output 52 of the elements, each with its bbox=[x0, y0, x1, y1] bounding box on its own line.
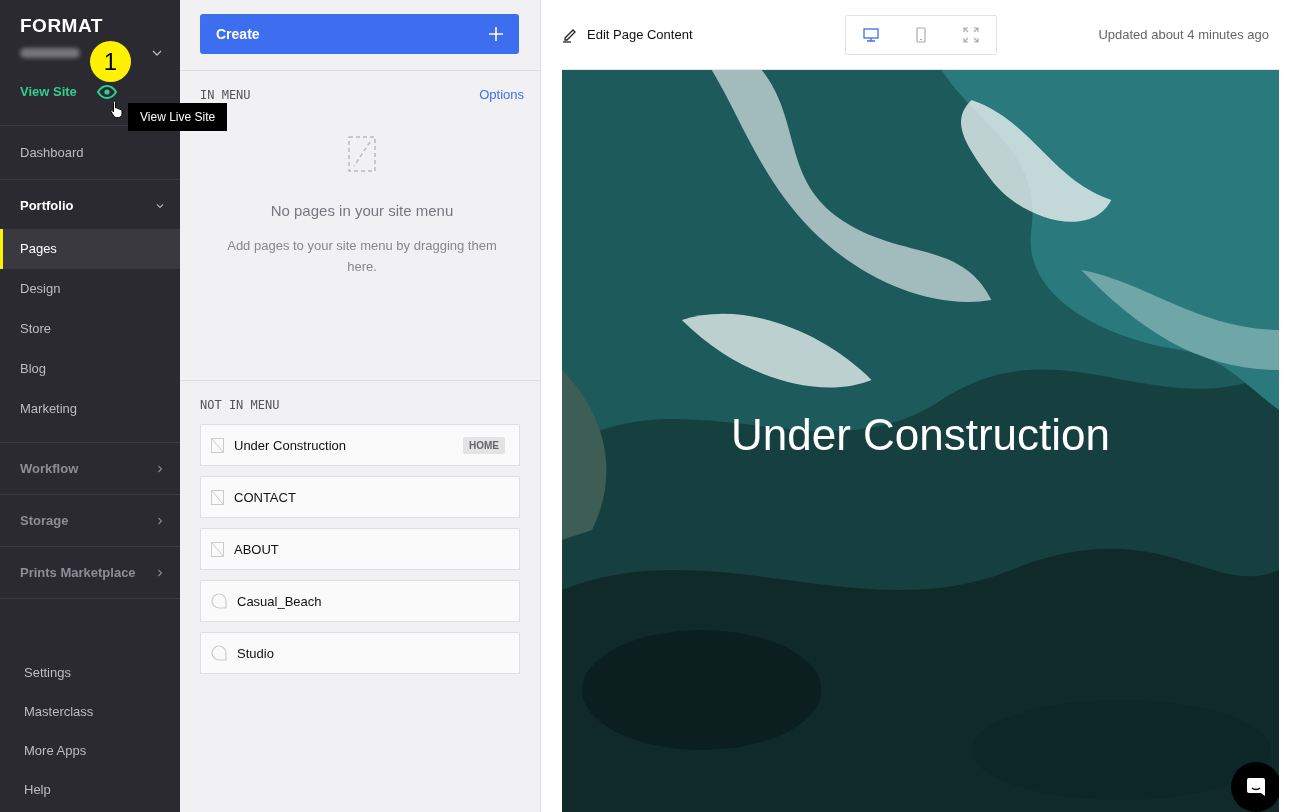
updated-status: Updated about 4 minutes ago bbox=[1098, 27, 1269, 42]
page-item[interactable]: Under Construction HOME bbox=[200, 424, 520, 466]
eye-icon[interactable] bbox=[96, 84, 117, 99]
section-heading: NOT IN MENU bbox=[200, 398, 281, 412]
sidebar-item[interactable]: Marketing bbox=[0, 389, 180, 429]
sidebar-item[interactable]: Design bbox=[0, 269, 180, 309]
format-logo[interactable]: FORMAT bbox=[20, 16, 103, 36]
empty-page-icon bbox=[348, 136, 376, 172]
hand-cursor-icon bbox=[110, 100, 124, 118]
sidebar-item[interactable]: More Apps bbox=[0, 731, 180, 770]
sidebar-item[interactable]: Blog bbox=[0, 349, 180, 389]
empty-title: No pages in your site menu bbox=[270, 202, 454, 219]
blurred-site-name bbox=[20, 48, 80, 58]
edit-page-content-link[interactable]: Edit Page Content bbox=[562, 26, 845, 43]
page-item[interactable]: ABOUT bbox=[200, 528, 520, 570]
page-icon bbox=[211, 541, 224, 557]
create-button[interactable]: Create bbox=[200, 14, 519, 54]
options-link[interactable]: Options bbox=[479, 87, 524, 102]
section-heading: IN MENU bbox=[200, 87, 251, 102]
empty-text: Add pages to your site menu by dragging them here. bbox=[226, 237, 498, 276]
sidebar-section[interactable]: Prints Marketplace bbox=[0, 547, 180, 598]
chevron-down-icon[interactable] bbox=[152, 50, 162, 56]
sidebar-item[interactable]: Dashboard bbox=[0, 126, 180, 179]
page-title: Under Construction bbox=[729, 410, 1112, 460]
page-icon bbox=[211, 437, 224, 453]
page-item[interactable]: Casual_Beach bbox=[200, 580, 520, 622]
chevron-right-icon bbox=[156, 516, 164, 525]
sidebar-item[interactable]: Settings bbox=[0, 653, 180, 692]
sidebar-item[interactable]: Pages bbox=[0, 229, 180, 269]
chevron-right-icon bbox=[156, 464, 164, 473]
monitor-icon bbox=[863, 27, 879, 42]
home-badge: HOME bbox=[463, 436, 505, 454]
chat-icon bbox=[1246, 777, 1266, 797]
chevron-down-icon bbox=[156, 201, 164, 210]
sidebar-section[interactable]: Portfolio bbox=[0, 180, 180, 229]
page-item[interactable]: CONTACT bbox=[200, 476, 520, 518]
plus-icon bbox=[489, 27, 503, 41]
annotation-badge: 1 bbox=[90, 41, 131, 82]
chevron-right-icon bbox=[156, 568, 164, 577]
expand-icon bbox=[963, 26, 979, 43]
sidebar-item[interactable]: Help bbox=[0, 770, 180, 809]
sidebar-item[interactable]: Masterclass bbox=[0, 692, 180, 731]
page-icon bbox=[211, 489, 224, 505]
gallery-icon bbox=[211, 645, 227, 661]
tooltip: View Live Site bbox=[128, 103, 228, 131]
page-item[interactable]: Studio bbox=[200, 632, 520, 674]
phone-icon bbox=[916, 26, 926, 43]
view-site-link[interactable]: View Site bbox=[20, 84, 77, 99]
gallery-icon bbox=[211, 593, 227, 609]
sidebar-section[interactable]: Storage bbox=[0, 495, 180, 546]
sidebar-item[interactable]: Store bbox=[0, 309, 180, 349]
sidebar-section[interactable]: Workflow bbox=[0, 443, 180, 494]
